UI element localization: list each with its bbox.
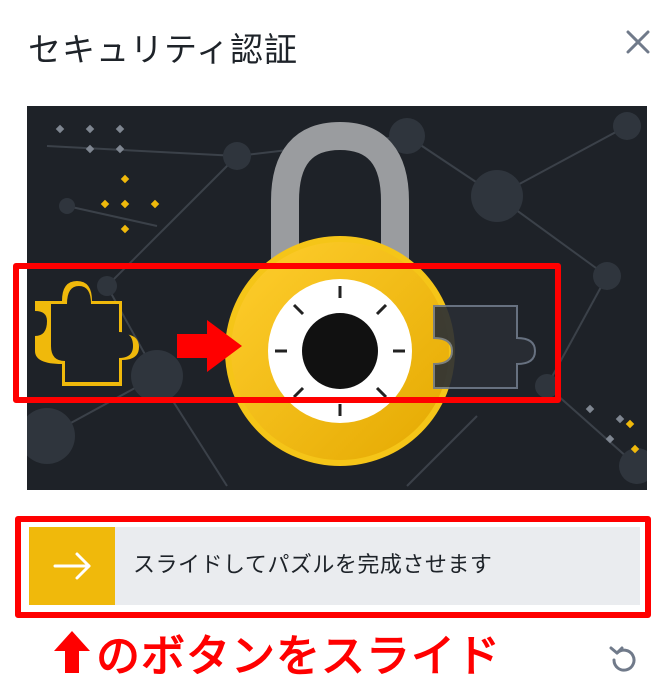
annotation-highlight-slider [15, 516, 651, 618]
page-title: セキュリティ認証 [28, 30, 299, 69]
refresh-icon[interactable] [604, 640, 644, 680]
annotation-instruction: のボタンをスライド [52, 626, 501, 692]
annotation-instruction-text: のボタンをスライド [96, 631, 501, 682]
arrow-up-icon [52, 629, 96, 692]
annotation-highlight-puzzle [13, 263, 561, 403]
close-icon[interactable] [618, 22, 658, 62]
